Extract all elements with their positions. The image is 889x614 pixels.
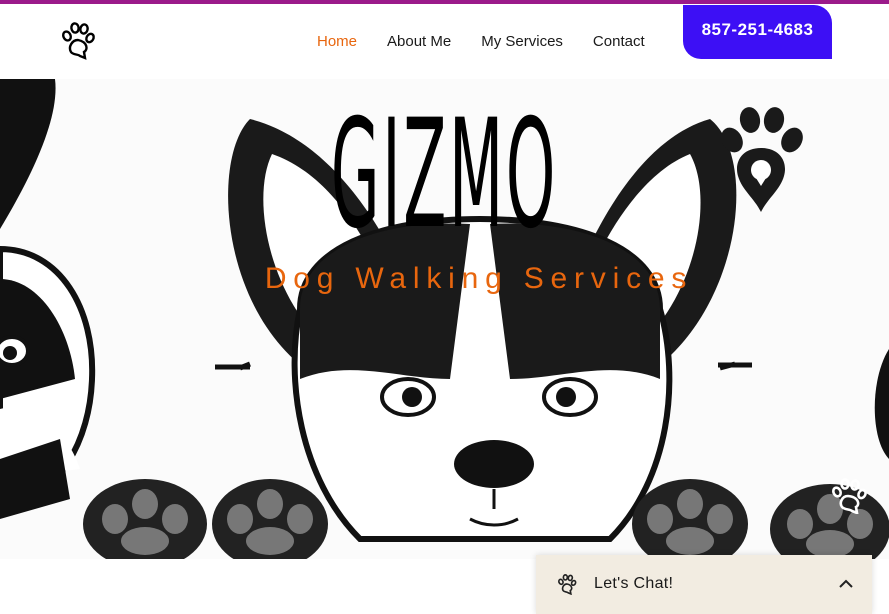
top-accent-stripe (0, 0, 889, 4)
nav-home-link[interactable]: Home (302, 32, 372, 52)
nav-contact-link[interactable]: Contact (578, 32, 660, 52)
chat-label: Let's Chat! (594, 575, 674, 592)
nav-my-services-link[interactable]: My Services (466, 32, 578, 52)
main-navigation: Home About Me My Services Contact (302, 32, 660, 52)
paw-location-pin-icon (718, 106, 804, 214)
chat-widget-bar[interactable]: Let's Chat! (536, 555, 872, 614)
paw-print-icon (830, 478, 870, 516)
nav-about-me-link[interactable]: About Me (372, 32, 466, 52)
paw-print-logo-icon[interactable] (58, 20, 98, 60)
hero-subtitle: Dog Walking Services (264, 262, 694, 295)
phone-number-button[interactable]: 857-251-4683 (683, 5, 832, 59)
chevron-up-icon[interactable] (838, 577, 854, 591)
paw-print-chat-icon (556, 573, 578, 596)
phone-number-label: 857-251-4683 (701, 20, 814, 39)
